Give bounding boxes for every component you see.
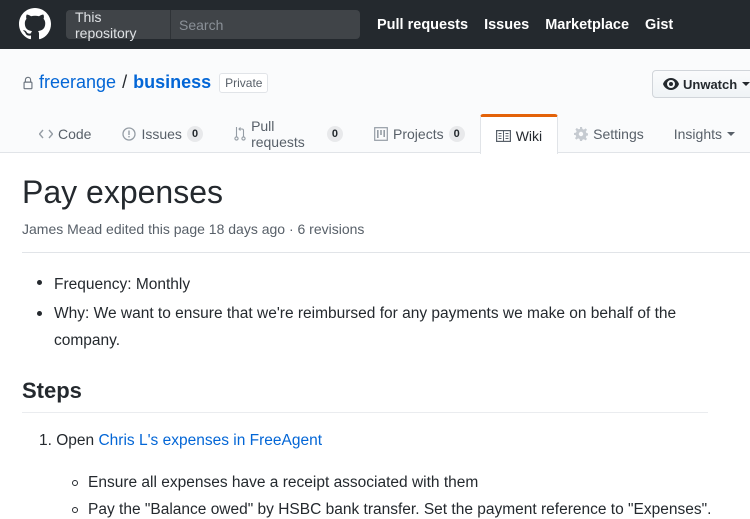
step-prefix: Open [56,432,95,449]
pull-requests-count: 0 [326,125,344,142]
tab-issues[interactable]: Issues 0 [106,114,218,153]
tab-insights-label: Insights [673,125,722,142]
steps-divider [22,412,708,413]
global-nav: Pull requests Issues Marketplace Gist [377,0,689,49]
tab-projects-label: Projects [393,125,444,142]
eye-icon [663,78,679,90]
circle-bullet-icon [72,480,78,486]
header-divider [22,252,750,253]
repo-separator: / [122,72,128,92]
frequency-text: Frequency: Monthly [54,276,191,293]
lock-icon [23,76,33,89]
list-item: Ensure all expenses have a receipt assoc… [72,470,750,496]
why-text: Why: We want to ensure that we're reimbu… [54,305,677,349]
nav-issues[interactable]: Issues [484,17,529,33]
tab-wiki[interactable]: Wiki [479,114,559,154]
tab-settings-label: Settings [593,125,644,142]
repo-header: freerange / business Private Unwatch Cod… [0,49,750,154]
list-item: Pay the "Balance owed" by HSBC bank tran… [72,497,750,519]
wiki-content: Pay expenses James Mead edited this page… [22,153,750,519]
substep-text: Ensure all expenses have a receipt assoc… [88,474,479,491]
gear-icon [573,126,589,142]
repo-name-link[interactable]: business [133,72,211,93]
private-badge: Private [219,72,269,93]
tab-insights[interactable]: Insights [659,114,750,153]
circle-bullet-icon [72,507,78,513]
projects-count: 0 [448,125,465,142]
unwatch-button[interactable]: Unwatch [652,70,750,98]
tab-pull-requests[interactable]: Pull requests 0 [218,114,358,153]
step-number: 1. [39,432,52,449]
caret-down-icon [742,82,750,86]
substep-text: Pay the "Balance owed" by HSBC bank tran… [88,501,712,518]
tab-code-label: Code [58,125,92,142]
nav-gist[interactable]: Gist [645,17,673,33]
tab-pull-requests-label: Pull requests [251,117,305,150]
repo-title: freerange / business Private [22,72,269,93]
freeagent-expenses-link[interactable]: Chris L's expenses in FreeAgent [98,432,322,449]
step-item: 1. Open Chris L's expenses in FreeAgent … [39,429,750,519]
nav-pull-requests[interactable]: Pull requests [377,17,468,33]
repo-tabs: Code Issues 0 Pull requests 0 Projects 0… [0,114,750,154]
project-icon [373,126,389,142]
bullet-icon [37,280,42,286]
bullet-icon [37,311,42,316]
steps-list: 1. Open Chris L's expenses in FreeAgent … [22,429,750,519]
tab-settings[interactable]: Settings [558,114,659,153]
github-logo-icon[interactable] [19,8,51,40]
step-substeps: Ensure all expenses have a receipt assoc… [39,470,750,519]
nav-marketplace[interactable]: Marketplace [545,17,629,33]
page-title: Pay expenses [22,174,224,210]
unwatch-label: Unwatch [683,76,738,92]
repo-owner-link[interactable]: freerange [39,72,116,93]
search-scope-label[interactable]: This repository [66,9,171,41]
list-item: Why: We want to ensure that we're reimbu… [37,300,750,354]
tab-wiki-label: Wiki [515,127,543,144]
search-input[interactable] [171,16,360,33]
page-meta: James Mead edited this page 18 days ago … [22,221,365,237]
pull-request-icon [233,126,247,142]
list-item: Frequency: Monthly [37,271,750,298]
search-box: This repository [66,9,360,41]
tab-code[interactable]: Code [0,114,106,153]
steps-heading: Steps [22,378,82,403]
caret-down-icon [727,131,735,136]
tab-issues-label: Issues [141,125,182,142]
issues-count: 0 [186,125,204,142]
code-icon [38,126,54,142]
book-icon [496,128,512,144]
global-header: This repository Pull requests Issues Mar… [0,0,750,49]
tab-projects[interactable]: Projects 0 [358,114,480,153]
issue-icon [121,126,137,142]
summary-list: Frequency: Monthly Why: We want to ensur… [22,271,750,354]
